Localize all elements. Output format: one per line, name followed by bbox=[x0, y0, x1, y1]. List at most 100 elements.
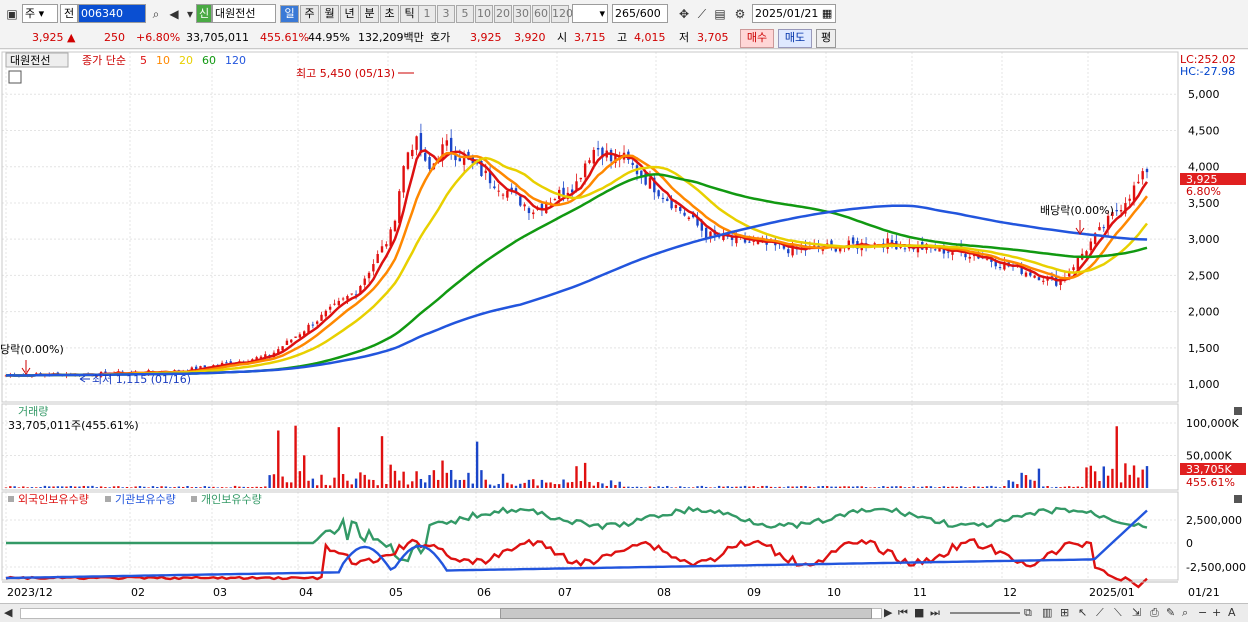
volume-bar bbox=[1080, 486, 1084, 488]
sell-button[interactable]: 매도 bbox=[778, 29, 812, 48]
font-size-icon[interactable]: A bbox=[1228, 605, 1236, 621]
scroll-right-icon[interactable]: ▶ bbox=[884, 605, 892, 621]
volume-bar bbox=[1085, 467, 1088, 488]
volume-bar bbox=[484, 479, 487, 488]
candle-body bbox=[424, 152, 427, 161]
mode-select[interactable]: 주 ▾ bbox=[22, 4, 58, 23]
x-tick-label: 11 bbox=[913, 586, 927, 599]
layout-icon[interactable]: ▥ bbox=[1042, 605, 1052, 621]
fit-icon[interactable]: ⊞ bbox=[1060, 605, 1069, 621]
volume-bar bbox=[631, 486, 634, 488]
interval-dropdown[interactable]: ▾ bbox=[572, 4, 608, 23]
volume-bar bbox=[73, 486, 77, 488]
x-tick-label: 10 bbox=[827, 586, 841, 599]
copy-icon[interactable]: ⧉ bbox=[1024, 605, 1032, 621]
volume-bar bbox=[769, 486, 773, 488]
volume-bar bbox=[968, 487, 971, 488]
x-tick-label: 07 bbox=[558, 586, 572, 599]
date-field[interactable]: 2025/01/21 ▦ bbox=[752, 4, 836, 23]
volume-bar bbox=[445, 472, 449, 488]
tab-interval-3[interactable]: 3 bbox=[437, 5, 455, 23]
candle-body bbox=[406, 152, 410, 169]
volume-bar bbox=[851, 486, 855, 488]
speaker-icon[interactable]: ◀ bbox=[166, 6, 182, 22]
export-icon[interactable]: ⇲ bbox=[1132, 605, 1141, 621]
tab-period-1[interactable]: 일 bbox=[280, 5, 299, 23]
gear-icon[interactable]: ⚙ bbox=[732, 6, 748, 22]
volume-bar bbox=[39, 487, 42, 488]
tab-period-2[interactable]: 주 bbox=[300, 5, 319, 23]
holding-tick-label: 0 bbox=[1186, 537, 1193, 550]
scroll-left-icon[interactable]: ◀ bbox=[4, 605, 12, 621]
volume-bar bbox=[804, 486, 807, 488]
volume-bar bbox=[985, 486, 989, 488]
volume-bar bbox=[372, 479, 375, 488]
volume-bar bbox=[813, 487, 816, 488]
volume-bar bbox=[186, 485, 189, 488]
zoom-in-icon[interactable]: + bbox=[1212, 605, 1221, 621]
volume-bar bbox=[1076, 486, 1080, 488]
volume-bar bbox=[1128, 474, 1131, 488]
tab-interval-30[interactable]: 30 bbox=[513, 5, 531, 23]
candle-body bbox=[687, 217, 691, 220]
volume-bar bbox=[653, 487, 656, 488]
buy-button[interactable]: 매수 bbox=[740, 29, 774, 48]
candle-body bbox=[341, 298, 345, 300]
tab-period-5[interactable]: 분 bbox=[360, 5, 379, 23]
eval-button[interactable]: 평 bbox=[816, 29, 836, 48]
tab-interval-5[interactable]: 5 bbox=[456, 5, 474, 23]
volume-value: 33,705,011 bbox=[186, 31, 249, 44]
holding-tick-label: -2,500,000 bbox=[1186, 561, 1246, 574]
search-icon[interactable]: ⌕ bbox=[148, 6, 164, 22]
volume-bar bbox=[1050, 487, 1054, 488]
volume-bar bbox=[605, 485, 608, 488]
pattern-icon[interactable]: ⟋ bbox=[1096, 605, 1104, 621]
volume-bar bbox=[177, 486, 181, 488]
candle-body bbox=[1029, 272, 1032, 276]
stock-code-input[interactable]: 006340 bbox=[78, 4, 146, 23]
tab-period-3[interactable]: 월 bbox=[320, 5, 339, 23]
tab-period-6[interactable]: 초 bbox=[380, 5, 399, 23]
volume-bar bbox=[475, 441, 479, 488]
crosshair-icon[interactable]: ✥ bbox=[676, 6, 692, 22]
tab-interval-20[interactable]: 20 bbox=[494, 5, 512, 23]
grid-toggle-icon[interactable] bbox=[8, 70, 22, 84]
close-icon[interactable] bbox=[1234, 407, 1242, 415]
tab-interval-60[interactable]: 60 bbox=[532, 5, 550, 23]
stop-icon[interactable]: ■ bbox=[914, 605, 924, 621]
volume-bar bbox=[1033, 480, 1036, 488]
volume-bar bbox=[307, 480, 310, 488]
tab-interval-120[interactable]: 120 bbox=[551, 5, 573, 23]
zoom-out-icon[interactable]: − bbox=[1198, 605, 1207, 621]
x-axis: 2023/12 02 03 04 05 06 07 08 09 10 11 12 2025/01 bbox=[2, 581, 1178, 599]
tab-interval-1[interactable]: 1 bbox=[418, 5, 436, 23]
volume-bar bbox=[843, 486, 846, 488]
turnover: 44.95% bbox=[308, 31, 350, 44]
rewind-icon[interactable]: ⏮ bbox=[898, 605, 908, 621]
tab-period-7[interactable]: 틱 bbox=[400, 5, 419, 23]
zoom-icon[interactable]: ⌕ bbox=[1182, 605, 1188, 621]
fast-forward-icon[interactable]: ⏭ bbox=[930, 605, 940, 621]
candle-body bbox=[532, 212, 535, 215]
count-field[interactable]: 265/600 bbox=[612, 4, 668, 23]
stock-chart[interactable]: 대원전선 종가 단순 5 10 20 60 120 LC:252.02 HC:-27.9… bbox=[0, 50, 1248, 603]
print-icon[interactable]: ⎙ bbox=[1150, 605, 1159, 621]
window-icon[interactable]: ▣ bbox=[4, 6, 20, 22]
scroll-thumb[interactable] bbox=[500, 608, 872, 619]
volume-bar bbox=[497, 484, 500, 488]
tab-period-4[interactable]: 년 bbox=[340, 5, 359, 23]
candle-body bbox=[873, 243, 876, 245]
candle-body bbox=[290, 339, 293, 343]
volume-bar bbox=[69, 485, 73, 488]
zoom-slider[interactable] bbox=[950, 612, 1020, 614]
settings-icon[interactable]: ✎ bbox=[1166, 605, 1175, 621]
save-icon[interactable]: ▤ bbox=[712, 6, 728, 22]
close-icon[interactable] bbox=[1234, 495, 1242, 503]
cursor-icon[interactable]: ↖ bbox=[1078, 605, 1087, 621]
tab-interval-10[interactable]: 10 bbox=[475, 5, 493, 23]
pattern2-icon[interactable]: ⟍ bbox=[1114, 605, 1122, 621]
candle-body bbox=[320, 314, 323, 321]
draw-line-icon[interactable]: ⟋ bbox=[694, 6, 710, 22]
new-badge: 신 bbox=[196, 4, 212, 23]
prev-button[interactable]: 전 bbox=[60, 4, 78, 23]
